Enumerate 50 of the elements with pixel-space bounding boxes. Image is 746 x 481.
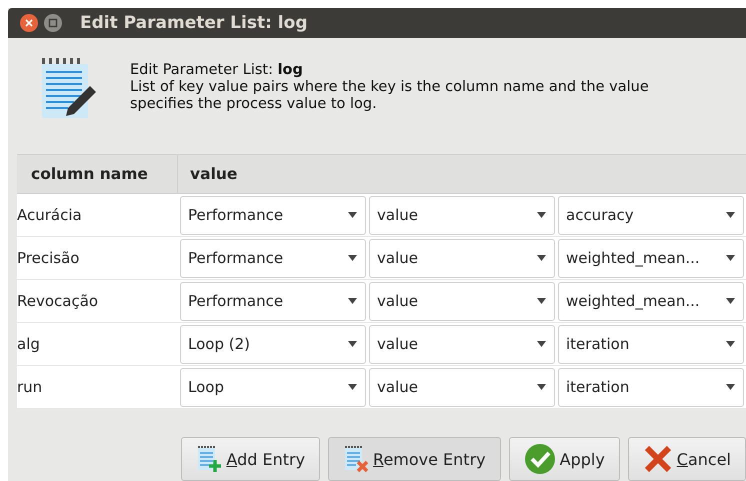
operator-dropdown[interactable]: Loop (2): [180, 324, 366, 364]
caret-icon: [348, 212, 357, 218]
caret-icon: [726, 212, 735, 218]
operator-dropdown[interactable]: Performance: [180, 196, 366, 234]
dialog-heading: Edit Parameter List: log: [130, 62, 304, 80]
parameter-dropdown[interactable]: weighted_mean...: [558, 282, 744, 320]
window-title: Edit Parameter List: log: [80, 13, 308, 34]
cancel-button[interactable]: Cancel: [628, 437, 746, 481]
parameter-dropdown[interactable]: accuracy: [558, 196, 744, 234]
notepad-plus-icon: [196, 444, 222, 474]
type-dropdown[interactable]: value: [369, 368, 555, 406]
caret-icon: [726, 255, 735, 261]
parameter-dropdown[interactable]: weighted_mean...: [558, 238, 744, 278]
parameter-dropdown[interactable]: iteration: [558, 324, 744, 364]
maximize-icon[interactable]: [44, 14, 62, 32]
notepad-cross-icon: [343, 444, 370, 474]
checkmark-icon: [524, 443, 556, 475]
table-cell-text: Revocação: [17, 292, 100, 310]
table-cell-text: Precisão: [17, 249, 80, 267]
operator-dropdown[interactable]: Performance: [180, 238, 366, 278]
type-dropdown[interactable]: value: [369, 238, 555, 278]
table-cell-text: run: [17, 378, 44, 396]
add-entry-button[interactable]: Add Entry: [181, 437, 320, 481]
caret-icon: [348, 341, 357, 347]
caret-icon: [537, 384, 546, 390]
close-icon[interactable]: [20, 14, 38, 32]
caret-icon: [348, 298, 357, 304]
caret-icon: [537, 341, 546, 347]
table-cell-text: alg: [17, 335, 41, 353]
operator-dropdown[interactable]: Loop: [180, 368, 366, 406]
column-header: value: [177, 155, 746, 193]
operator-dropdown[interactable]: Performance: [180, 282, 366, 320]
column-header: column name: [30, 164, 149, 185]
caret-icon: [726, 384, 735, 390]
caret-icon: [348, 255, 357, 261]
caret-icon: [537, 212, 546, 218]
type-dropdown[interactable]: value: [369, 324, 555, 364]
caret-icon: [348, 384, 357, 390]
type-dropdown[interactable]: value: [369, 282, 555, 320]
parameter-dropdown[interactable]: iteration: [558, 368, 744, 406]
remove-entry-button[interactable]: Remove Entry: [328, 437, 501, 481]
caret-icon: [537, 298, 546, 304]
apply-button[interactable]: Apply: [508, 437, 620, 481]
caret-icon: [726, 341, 735, 347]
table-cell-text: Acurácia: [17, 206, 83, 224]
cross-icon: [642, 444, 673, 474]
caret-icon: [726, 298, 735, 304]
caret-icon: [537, 255, 546, 261]
dialog-description: List of key value pairs where the key is the column name and the value specifies the process value to log.: [130, 79, 650, 114]
type-dropdown[interactable]: value: [369, 196, 555, 234]
